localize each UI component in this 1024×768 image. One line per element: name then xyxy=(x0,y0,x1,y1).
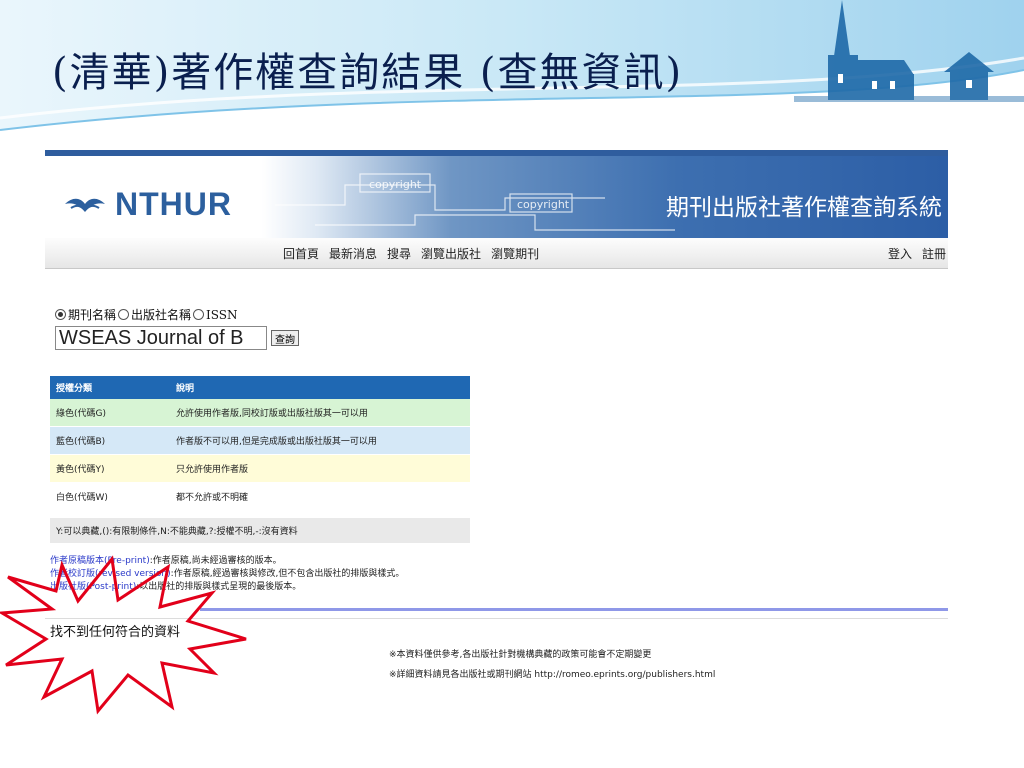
table-row: 黃色(代碼Y) 只允許使用作者版 xyxy=(50,454,470,483)
nav-news[interactable]: 最新消息 xyxy=(329,245,377,262)
license-legend-table: 授權分類 說明 綠色(代碼G) 允許使用作者版,同校訂版或出版社版其一可以用 藍… xyxy=(50,376,470,511)
radio-dot-checked xyxy=(55,309,66,320)
slide-title: (清華)著作權查詢結果 (查無資訊) xyxy=(52,50,684,96)
top-nav: 回首頁 最新消息 搜尋 瀏覽出版社 瀏覽期刊 登入 註冊 xyxy=(45,238,948,269)
banner-word-1: copyright xyxy=(369,178,422,191)
no-results-message: 找不到任何符合的資料 xyxy=(50,625,181,640)
search-button[interactable]: 查詢 xyxy=(271,330,299,346)
radio-label: 出版社名稱 xyxy=(131,308,192,322)
table-header: 授權分類 xyxy=(50,376,170,399)
table-row: 白色(代碼W) 都不允許或不明確 xyxy=(50,482,470,511)
banner-circuit-decoration: copyright copyright xyxy=(275,173,675,231)
radio-publisher-name[interactable]: 出版社名稱 xyxy=(118,306,191,323)
logo-text: NTHUR xyxy=(115,186,232,222)
legend-category: 白色(代碼W) xyxy=(50,482,170,511)
legend-category: 藍色(代碼B) xyxy=(50,426,170,455)
radio-label: 期刊名稱 xyxy=(68,308,117,322)
table-row: 藍色(代碼B) 作者版不可以用,但是完成版或出版社版其一可以用 xyxy=(50,426,470,455)
footer-notes: ※本資料僅供參考,各出版社針對機構典藏的政策可能會不定期變更 ※詳細資料請見各出… xyxy=(389,645,715,685)
search-input[interactable] xyxy=(55,326,267,350)
radio-dot xyxy=(118,309,130,320)
legend-description: 允許使用作者版,同校訂版或出版社版其一可以用 xyxy=(170,399,470,427)
nthur-logo[interactable]: NTHUR xyxy=(63,186,232,223)
nav-browse-journals[interactable]: 瀏覽期刊 xyxy=(491,245,539,262)
banner-word-2: copyright xyxy=(517,198,570,211)
search-form: 期刊名稱 出版社名稱 ISSN 查詢 xyxy=(55,306,299,350)
radio-dot xyxy=(193,309,205,320)
system-title: 期刊出版社著作權查詢系統 xyxy=(666,195,942,221)
nthur-wing-icon xyxy=(65,198,105,212)
radio-label: ISSN xyxy=(206,307,238,322)
legend-code-note: Y:可以典藏,():有限制條件,N:不能典藏,?:授權不明,-:沒有資料 xyxy=(50,518,470,543)
legend-category: 綠色(代碼G) xyxy=(50,399,170,427)
nav-home[interactable]: 回首頁 xyxy=(283,245,319,262)
legend-description: 作者版不可以用,但是完成版或出版社版其一可以用 xyxy=(170,426,470,455)
radio-issn[interactable]: ISSN xyxy=(193,307,238,322)
nthur-screenshot: NTHUR copyright copyright 期刊出版社著作權查詢系統 回… xyxy=(45,150,948,620)
nav-login[interactable]: 登入 xyxy=(888,245,912,262)
note-line: ※本資料僅供參考,各出版社針對機構典藏的政策可能會不定期變更 xyxy=(389,650,652,660)
church-silhouette-icon xyxy=(794,0,1024,102)
legend-description: 只允許使用作者版 xyxy=(170,454,470,483)
table-row: 綠色(代碼G) 允許使用作者版,同校訂版或出版社版其一可以用 xyxy=(50,399,470,427)
nav-browse-publishers[interactable]: 瀏覽出版社 xyxy=(421,245,481,262)
table-header: 說明 xyxy=(170,376,470,399)
legend-category: 黃色(代碼Y) xyxy=(50,454,170,483)
note-line: ※詳細資料請見各出版社或期刊網站 http://romeo.eprints.or… xyxy=(389,670,716,680)
legend-description: 都不允許或不明確 xyxy=(170,482,470,511)
site-banner: NTHUR copyright copyright 期刊出版社著作權查詢系統 xyxy=(45,150,948,238)
radio-journal-name[interactable]: 期刊名稱 xyxy=(55,306,116,323)
separator-line xyxy=(200,608,948,611)
nav-search[interactable]: 搜尋 xyxy=(387,245,411,262)
nav-register[interactable]: 註冊 xyxy=(922,245,946,262)
